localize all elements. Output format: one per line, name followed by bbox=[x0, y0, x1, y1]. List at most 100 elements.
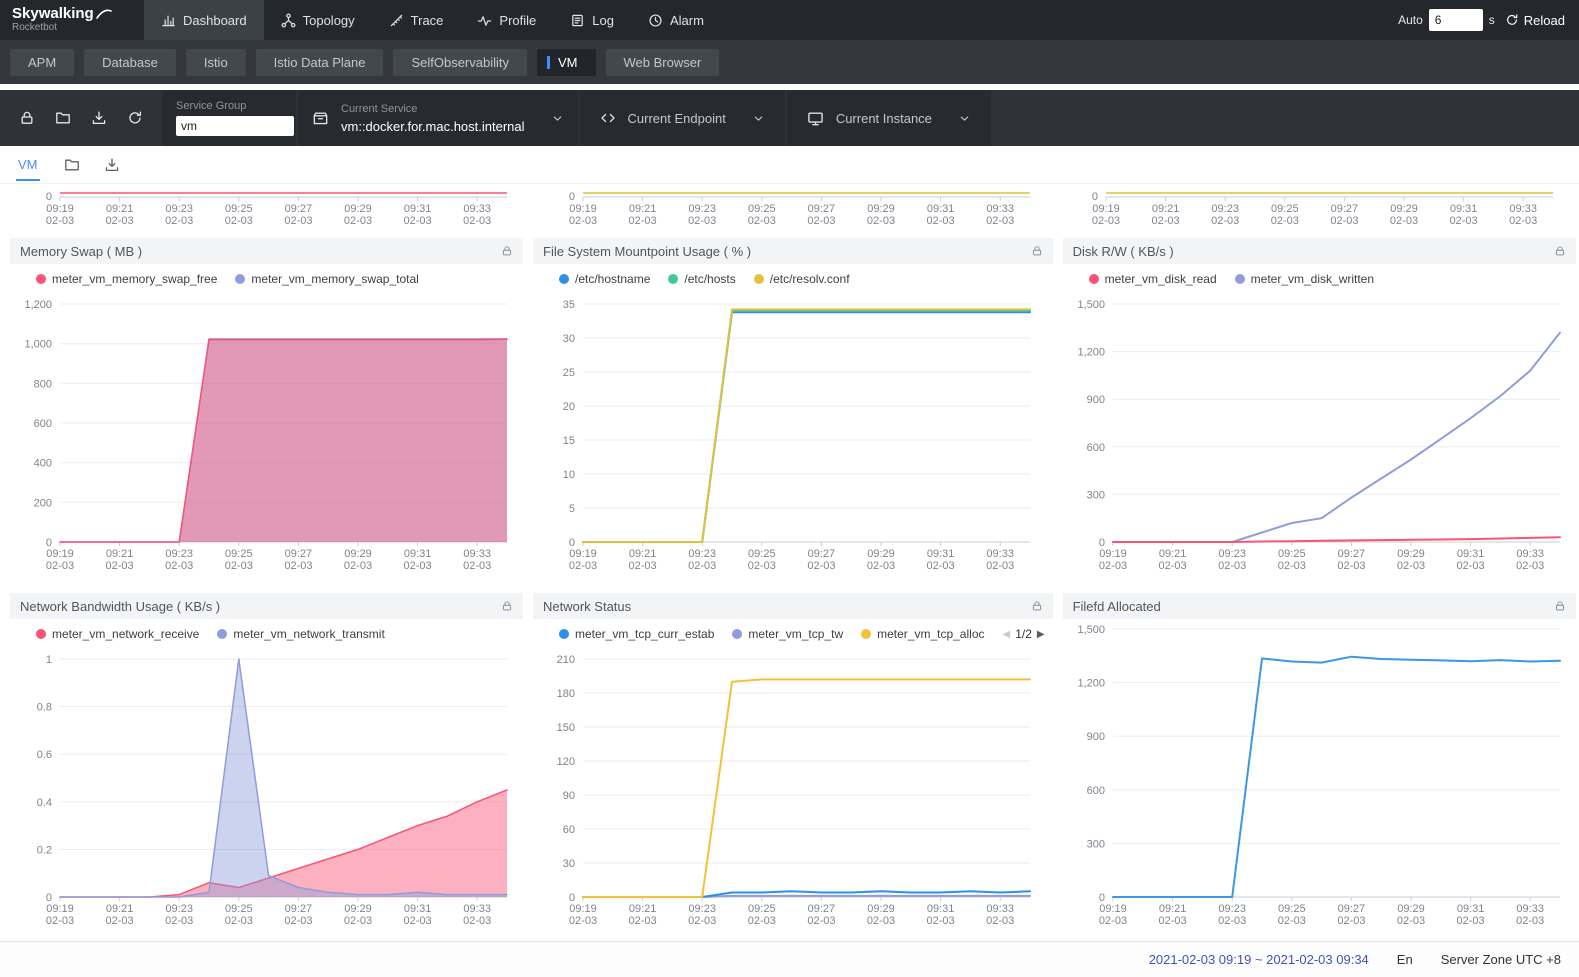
x-tick-label: 09:19 bbox=[569, 548, 597, 560]
y-tick-label: 210 bbox=[557, 654, 575, 666]
x-tick-date-label: 02-03 bbox=[927, 560, 955, 572]
legend-item[interactable]: meter_vm_network_transmit bbox=[217, 627, 384, 641]
legend-item[interactable]: /etc/hosts bbox=[668, 272, 735, 286]
nav-item-dashboard[interactable]: Dashboard bbox=[144, 0, 264, 40]
tab-vm[interactable]: VM bbox=[16, 148, 40, 181]
current-service-selector[interactable]: Current Service vm::docker.for.mac.host.… bbox=[298, 90, 578, 146]
legend-item[interactable]: meter_vm_network_receive bbox=[36, 627, 199, 641]
chart-canvas[interactable]: 03006009001,2001,50009:1902-0309:2102-03… bbox=[1063, 294, 1576, 576]
service-group-input[interactable] bbox=[176, 116, 294, 136]
x-tick-label: 09:29 bbox=[867, 548, 895, 560]
dash-tab-vm[interactable]: VM bbox=[537, 49, 596, 76]
chart-panel: Filefd Allocated 03006009001,2001,50009:… bbox=[1063, 593, 1576, 936]
y-tick-label: 300 bbox=[1086, 489, 1104, 501]
dash-tab-web-browser[interactable]: Web Browser bbox=[606, 49, 720, 76]
prev-page-icon[interactable]: ◀ bbox=[1003, 629, 1011, 640]
chart-canvas[interactable]: 030609012015018021009:1902-0309:2102-030… bbox=[533, 649, 1046, 931]
endpoint-icon bbox=[600, 110, 616, 126]
next-page-icon[interactable]: ▶ bbox=[1037, 629, 1045, 640]
lock-icon[interactable] bbox=[1031, 600, 1043, 612]
current-service-value: vm::docker.for.mac.host.internal bbox=[341, 119, 525, 134]
legend-item[interactable]: /etc/hostname bbox=[559, 272, 650, 286]
x-tick-date-label: 02-03 bbox=[569, 215, 597, 227]
dash-tab-apm[interactable]: APM bbox=[10, 49, 74, 76]
auto-reload-controls: Auto s Reload bbox=[1398, 9, 1565, 31]
current-instance-label: Current Instance bbox=[836, 111, 932, 126]
lock-icon[interactable] bbox=[1554, 600, 1566, 612]
current-instance-selector[interactable]: Current Instance bbox=[787, 90, 991, 146]
nav-item-topology[interactable]: Topology bbox=[264, 0, 372, 40]
export-button[interactable] bbox=[84, 103, 114, 133]
folder-icon[interactable] bbox=[64, 157, 80, 173]
x-tick-date-label: 02-03 bbox=[404, 915, 432, 927]
y-tick-label: 0.8 bbox=[37, 702, 52, 714]
download-icon[interactable] bbox=[104, 157, 120, 173]
x-tick-label: 09:23 bbox=[1211, 203, 1239, 215]
x-tick-label: 09:23 bbox=[1218, 548, 1246, 560]
x-tick-date-label: 02-03 bbox=[629, 215, 657, 227]
chevron-down-icon bbox=[551, 112, 564, 125]
legend-item[interactable]: meter_vm_tcp_tw bbox=[732, 627, 843, 641]
dash-tab-database[interactable]: Database bbox=[84, 49, 176, 76]
legend-item[interactable]: meter_vm_tcp_curr_estab bbox=[559, 627, 714, 641]
x-tick-label: 09:31 bbox=[927, 203, 955, 215]
nav-item-log[interactable]: Log bbox=[553, 0, 631, 40]
legend-item[interactable]: meter_vm_memory_swap_free bbox=[36, 272, 217, 286]
legend-item[interactable]: meter_vm_disk_written bbox=[1235, 272, 1374, 286]
panel-header: File System Mountpoint Usage ( % ) bbox=[533, 238, 1053, 264]
x-tick-date-label: 02-03 bbox=[106, 560, 134, 572]
x-tick-label: 09:27 bbox=[285, 203, 313, 215]
app-logo[interactable]: Skywalking Rocketbot bbox=[12, 6, 128, 33]
legend-item[interactable]: meter_vm_tcp_alloc bbox=[861, 627, 984, 641]
import-button[interactable] bbox=[48, 103, 78, 133]
sync-button[interactable] bbox=[120, 103, 150, 133]
auto-interval-input[interactable] bbox=[1429, 9, 1483, 31]
legend-label: meter_vm_disk_read bbox=[1105, 272, 1217, 286]
nav-item-alarm[interactable]: Alarm bbox=[631, 0, 721, 40]
x-tick-date-label: 02-03 bbox=[1337, 915, 1365, 927]
dash-tab-selfobservability[interactable]: SelfObservability bbox=[393, 49, 527, 76]
chart-canvas[interactable]: 03006009001,2001,50009:1902-0309:2102-03… bbox=[1063, 619, 1576, 931]
language-toggle[interactable]: En bbox=[1397, 952, 1413, 967]
chart-canvas: 009:1902-0309:2102-0309:2302-0309:2502-0… bbox=[1056, 188, 1569, 236]
x-tick-label: 09:25 bbox=[748, 903, 776, 915]
x-tick-date-label: 02-03 bbox=[284, 915, 312, 927]
dashboard-icon bbox=[161, 13, 176, 28]
nav-item-trace[interactable]: Trace bbox=[372, 0, 461, 40]
x-tick-date-label: 02-03 bbox=[1092, 215, 1120, 227]
chart-canvas[interactable]: 02004006008001,0001,20009:1902-0309:2102… bbox=[10, 294, 523, 576]
x-tick-label: 09:29 bbox=[1397, 903, 1425, 915]
legend-item[interactable]: meter_vm_memory_swap_total bbox=[235, 272, 418, 286]
lock-button[interactable] bbox=[12, 103, 42, 133]
dashboard-toolbar: Service Group Current Service vm::docker… bbox=[0, 90, 1579, 146]
x-tick-date-label: 02-03 bbox=[807, 915, 835, 927]
x-tick-date-label: 02-03 bbox=[1158, 915, 1186, 927]
legend-item[interactable]: meter_vm_disk_read bbox=[1089, 272, 1217, 286]
service-group-selector: Service Group bbox=[162, 90, 296, 146]
lock-icon[interactable] bbox=[501, 600, 513, 612]
lock-icon[interactable] bbox=[1554, 245, 1566, 257]
topology-icon bbox=[281, 13, 296, 28]
lock-icon[interactable] bbox=[1031, 245, 1043, 257]
reload-icon bbox=[1505, 13, 1519, 27]
lock-icon[interactable] bbox=[501, 245, 513, 257]
current-endpoint-selector[interactable]: Current Endpoint bbox=[580, 90, 785, 146]
chart-canvas[interactable]: 0510152025303509:1902-0309:2102-0309:230… bbox=[533, 294, 1046, 576]
x-tick-label: 09:33 bbox=[463, 203, 491, 215]
dash-tab-istio-data-plane[interactable]: Istio Data Plane bbox=[256, 49, 384, 76]
auto-label: Auto bbox=[1398, 13, 1423, 27]
y-tick-label: 800 bbox=[34, 378, 52, 390]
time-range-picker[interactable]: 2021-02-03 09:19 ~ 2021-02-03 09:34 bbox=[1149, 952, 1369, 967]
chart-canvas[interactable]: 00.20.40.60.8109:1902-0309:2102-0309:230… bbox=[10, 649, 523, 931]
server-zone-setting[interactable]: Server Zone UTC +8 bbox=[1441, 952, 1561, 967]
dash-tab-istio[interactable]: Istio bbox=[186, 49, 246, 76]
x-tick-label: 09:31 bbox=[404, 203, 432, 215]
legend-label: meter_vm_tcp_alloc bbox=[877, 627, 984, 641]
legend-item[interactable]: /etc/resolv.conf bbox=[754, 272, 850, 286]
nav-item-profile[interactable]: Profile bbox=[460, 0, 553, 40]
legend-dot bbox=[861, 629, 871, 639]
y-tick-label: 1,000 bbox=[24, 339, 52, 351]
x-tick-date-label: 02-03 bbox=[165, 215, 193, 227]
reload-button[interactable]: Reload bbox=[1505, 13, 1565, 28]
x-tick-date-label: 02-03 bbox=[106, 915, 134, 927]
